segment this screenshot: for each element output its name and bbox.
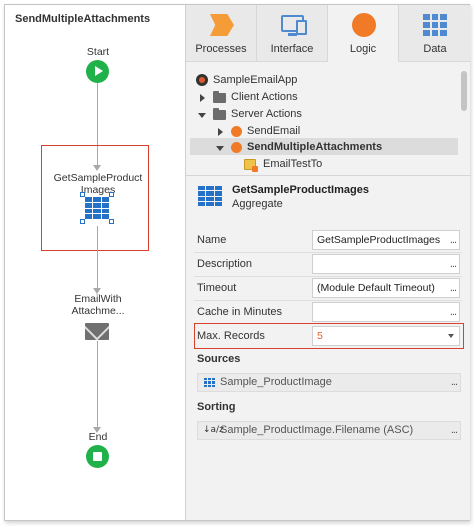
flow-canvas[interactable]: SendMultipleAttachments Start GetSampleP… xyxy=(5,5,185,520)
more-button[interactable]: ... xyxy=(450,303,457,321)
tab-interface-label: Interface xyxy=(270,43,314,55)
tab-data[interactable]: Data xyxy=(399,5,471,62)
row-divider xyxy=(194,252,462,253)
timeout-label: Timeout xyxy=(197,282,237,294)
connector-line xyxy=(97,341,98,429)
chevron-down-icon[interactable] xyxy=(198,113,206,118)
tree-item-server-actions[interactable]: Server Actions xyxy=(196,106,396,123)
entity-icon xyxy=(204,378,215,387)
start-label: Start xyxy=(86,46,110,58)
app-icon xyxy=(196,74,208,86)
resize-handle-icon[interactable] xyxy=(80,192,85,197)
start-node-icon[interactable] xyxy=(86,60,109,83)
send-email-node-icon[interactable] xyxy=(85,323,109,340)
tree-item-label: Server Actions xyxy=(231,108,302,120)
element-name: GetSampleProductImages xyxy=(232,184,369,196)
tab-bar: Processes Interface Logic Data xyxy=(186,5,471,62)
tab-processes[interactable]: Processes xyxy=(186,5,257,62)
properties-panel: Processes Interface Logic Data SampleEma xyxy=(185,5,471,520)
window-frame: SendMultipleAttachments Start GetSampleP… xyxy=(4,4,471,521)
tree-item-label: SendMultipleAttachments xyxy=(247,141,383,153)
tree-scrollbar[interactable] xyxy=(461,71,467,111)
max-records-value: 5 xyxy=(317,330,323,342)
email-node-label: EmailWith Attachme... xyxy=(33,293,163,317)
resize-handle-icon[interactable] xyxy=(80,219,85,224)
cache-field[interactable]: ... xyxy=(312,302,460,322)
description-field[interactable]: ... xyxy=(312,254,460,274)
connector-line xyxy=(97,226,98,290)
tree-item-label: SampleEmailApp xyxy=(213,74,298,86)
chevron-down-icon[interactable] xyxy=(216,146,224,151)
name-label: Name xyxy=(197,234,227,246)
tab-logic-label: Logic xyxy=(349,43,377,55)
more-button[interactable]: ... xyxy=(451,374,458,391)
tree-item-label: SendEmail xyxy=(247,125,301,137)
tree-item-label: Client Actions xyxy=(231,91,298,103)
email-icon xyxy=(244,159,258,172)
tree-item-label: EmailTestTo xyxy=(263,158,323,170)
server-action-icon xyxy=(231,126,242,137)
logic-icon xyxy=(352,13,376,37)
chevron-down-icon[interactable] xyxy=(448,334,454,338)
tab-interface[interactable]: Interface xyxy=(257,5,328,62)
timeout-value: (Module Default Timeout) xyxy=(317,282,435,294)
aggregate-label-line1: GetSampleProduct xyxy=(53,172,143,184)
name-field[interactable]: GetSampleProductImages ... xyxy=(312,230,460,250)
server-action-icon xyxy=(231,142,242,153)
tree-item-send-multiple-attachments[interactable]: SendMultipleAttachments xyxy=(214,139,454,156)
aggregate-label: GetSampleProduct Images xyxy=(33,172,163,196)
sorting-item[interactable]: ↓a/z Sample_ProductImage.Filename (ASC) … xyxy=(197,421,461,440)
interface-icon xyxy=(281,15,307,36)
processes-icon xyxy=(210,14,234,36)
email-label-line1: EmailWith xyxy=(74,293,122,305)
aggregate-icon xyxy=(198,186,222,206)
tree-item-client-actions[interactable]: Client Actions xyxy=(196,89,396,106)
end-label: End xyxy=(88,431,108,443)
description-label: Description xyxy=(197,258,253,270)
tree-item-email-test-to[interactable]: EmailTestTo xyxy=(244,156,444,173)
name-value: GetSampleProductImages xyxy=(317,234,441,246)
element-type: Aggregate xyxy=(232,198,283,210)
sources-title: Sources xyxy=(197,353,241,365)
folder-icon xyxy=(213,108,226,120)
aggregate-node-icon[interactable] xyxy=(85,197,109,219)
row-divider xyxy=(194,276,462,277)
chevron-right-icon[interactable] xyxy=(218,128,223,136)
resize-handle-icon[interactable] xyxy=(109,219,114,224)
timeout-field[interactable]: (Module Default Timeout) ... xyxy=(312,278,460,298)
folder-icon xyxy=(213,91,226,103)
divider xyxy=(186,175,471,176)
sources-item-label: Sample_ProductImage xyxy=(220,376,332,388)
tab-data-label: Data xyxy=(423,43,447,55)
chevron-right-icon[interactable] xyxy=(200,94,205,102)
more-button[interactable]: ... xyxy=(450,255,457,273)
more-button[interactable]: ... xyxy=(451,422,458,439)
max-records-label: Max. Records xyxy=(197,330,265,342)
max-records-dropdown[interactable]: 5 xyxy=(312,326,460,346)
resize-handle-icon[interactable] xyxy=(109,192,114,197)
more-button[interactable]: ... xyxy=(450,231,457,249)
sorting-title: Sorting xyxy=(197,401,236,413)
sorting-item-label: Sample_ProductImage.Filename (ASC) xyxy=(220,424,414,436)
end-node-icon[interactable] xyxy=(86,445,109,468)
email-label-line2: Attachme... xyxy=(71,305,125,317)
row-divider xyxy=(194,300,462,301)
data-icon xyxy=(423,14,447,36)
cache-label: Cache in Minutes xyxy=(197,306,282,318)
tab-logic[interactable]: Logic xyxy=(328,5,399,62)
flow-title: SendMultipleAttachments xyxy=(15,13,151,25)
tab-processes-label: Processes xyxy=(195,43,247,55)
more-button[interactable]: ... xyxy=(450,279,457,297)
tree-item-send-email[interactable]: SendEmail xyxy=(214,123,414,140)
sources-item[interactable]: Sample_ProductImage ... xyxy=(197,373,461,392)
